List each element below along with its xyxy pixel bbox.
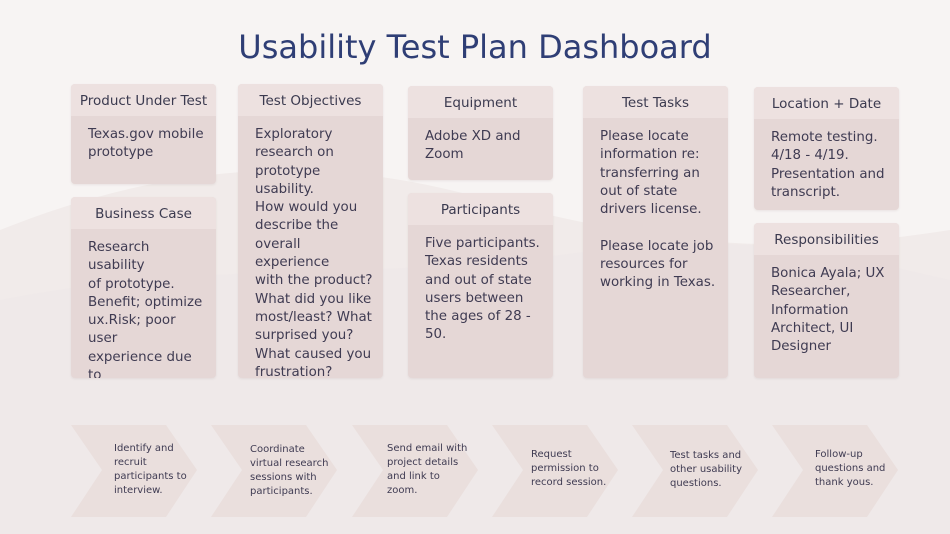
step-3-text: Send email with project details and link…: [387, 443, 468, 496]
step-2-text: Coordinate virtual research sessions wit…: [250, 444, 329, 497]
step-6-text: Follow-up questions and thank yous.: [815, 449, 886, 488]
step-4-text: Request permission to record session.: [531, 449, 607, 488]
step-5-text: Test tasks and other usability questions…: [670, 450, 743, 489]
step-1-text: Identify and recruit participants to int…: [114, 443, 187, 496]
